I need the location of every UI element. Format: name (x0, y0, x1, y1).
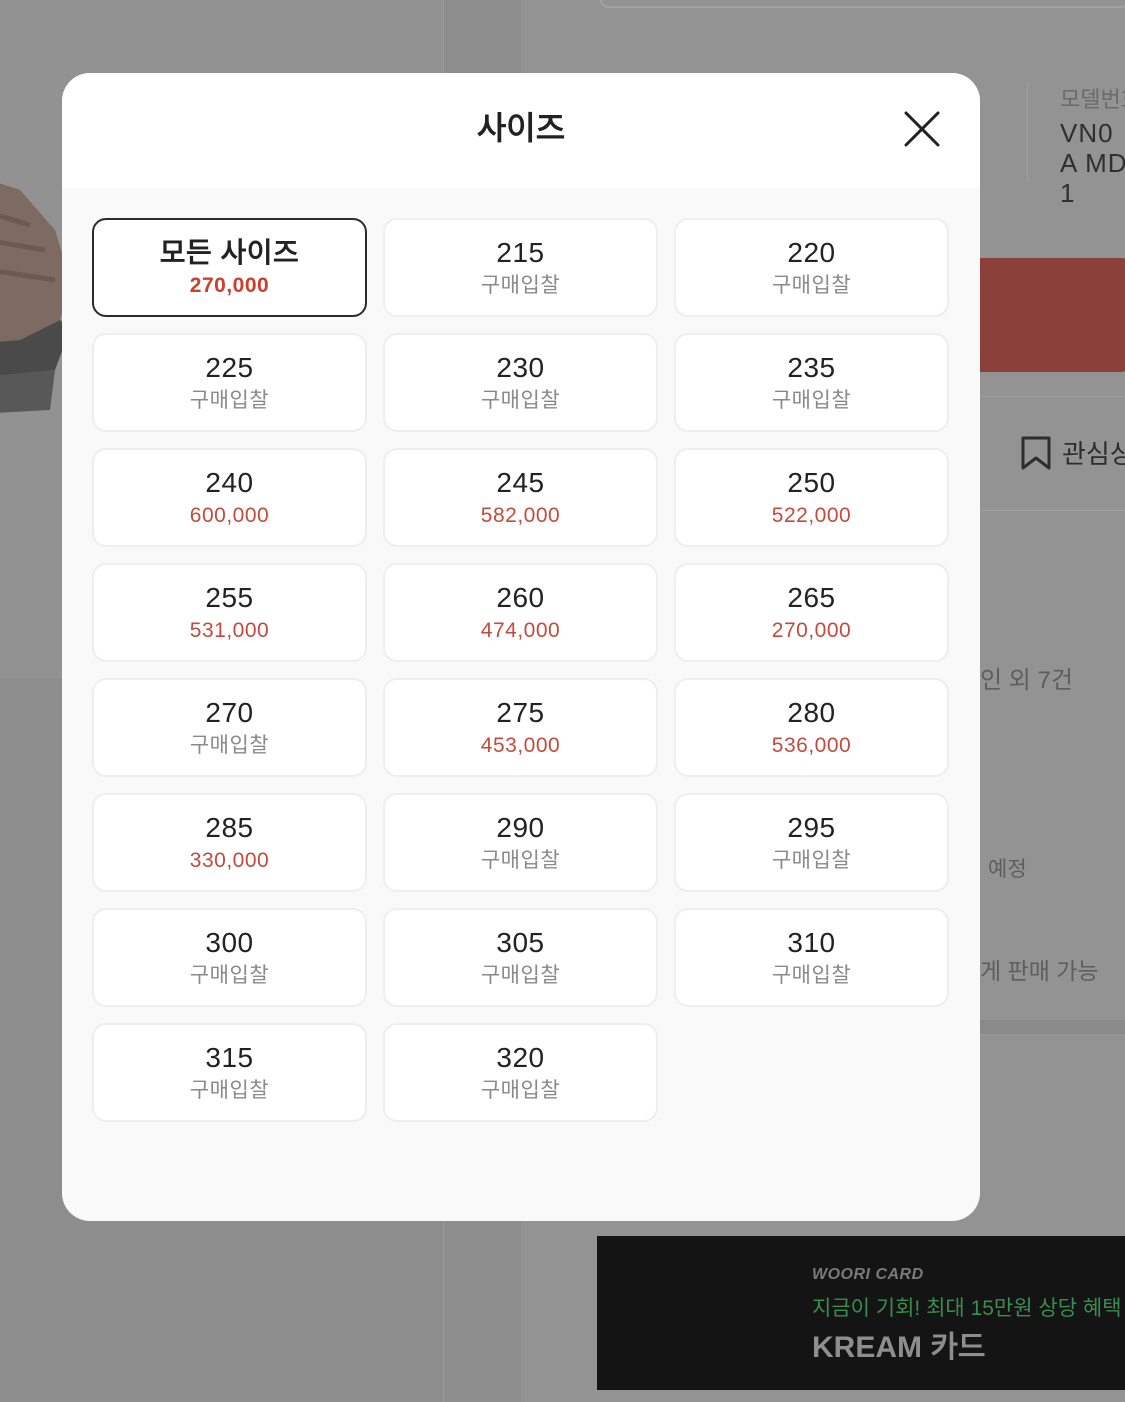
size-option[interactable]: 265 270,000 (674, 563, 949, 662)
size-price: 531,000 (189, 618, 270, 642)
size-option[interactable]: 260 474,000 (383, 563, 658, 662)
size-select-modal: 사이즈 모든 사이즈 270,000 215 구매입찰 220 구매입찰 225 구매입찰 23… (62, 73, 980, 1221)
size-label: 260 (496, 581, 545, 613)
bookmark-icon (1021, 436, 1051, 469)
card-promo-banner[interactable]: WOORI CARD 지금이 기회! 최대 15만원 상당 혜택 KREAM 카… (597, 1236, 1125, 1390)
size-option[interactable]: 230 구매입찰 (383, 333, 658, 432)
size-label: 250 (787, 466, 836, 498)
size-bid-label: 구매입찰 (189, 388, 270, 412)
size-bid-label: 구매입찰 (771, 388, 852, 412)
size-price: 600,000 (189, 503, 270, 527)
size-option[interactable]: 215 구매입찰 (383, 218, 658, 317)
size-option[interactable]: 275 453,000 (383, 678, 658, 777)
banner-brand: WOORI CARD (812, 1266, 924, 1283)
size-grid: 모든 사이즈 270,000 215 구매입찰 220 구매입찰 225 구매입찰 230 구매입… (92, 218, 949, 1122)
size-label: 315 (205, 1041, 254, 1073)
size-label: 230 (496, 351, 545, 383)
size-label: 290 (496, 811, 545, 843)
size-label: 270 (205, 696, 254, 728)
divider (980, 510, 1125, 511)
buy-button[interactable] (960, 258, 1125, 372)
size-bid-label: 구매입찰 (480, 273, 561, 297)
size-label: 240 (205, 466, 254, 498)
size-label: 215 (496, 236, 545, 268)
size-label: 285 (205, 811, 254, 843)
size-label: 295 (787, 811, 836, 843)
size-price: 270,000 (771, 618, 852, 642)
banner-promo-text: 지금이 기회! 최대 15만원 상당 혜택 (812, 1297, 1122, 1320)
close-icon[interactable] (900, 107, 944, 151)
scheduled-text: 예정 (988, 858, 1027, 881)
size-price: 330,000 (189, 848, 270, 872)
size-option[interactable]: 310 구매입찰 (674, 908, 949, 1007)
size-bid-label: 구매입찰 (480, 1078, 561, 1102)
size-label: 280 (787, 696, 836, 728)
size-bid-label: 구매입찰 (189, 733, 270, 757)
size-bid-label: 구매입찰 (480, 963, 561, 987)
banner-title: KREAM 카드 (812, 1331, 986, 1364)
size-bid-label: 구매입찰 (480, 388, 561, 412)
size-price: 536,000 (771, 733, 852, 757)
size-bid-label: 구매입찰 (189, 963, 270, 987)
background-search-box (600, 0, 1125, 8)
size-option[interactable]: 305 구매입찰 (383, 908, 658, 1007)
size-label: 245 (496, 466, 545, 498)
size-price: 582,000 (480, 503, 561, 527)
size-option-all[interactable]: 모든 사이즈 270,000 (92, 218, 367, 317)
size-option[interactable]: 320 구매입찰 (383, 1023, 658, 1122)
size-label: 225 (205, 351, 254, 383)
info-separator (1027, 82, 1028, 182)
size-option[interactable]: 315 구매입찰 (92, 1023, 367, 1122)
size-label: 265 (787, 581, 836, 613)
wishlist-label: 관심상 (1062, 439, 1125, 469)
section-divider (980, 1020, 1125, 1034)
wishlist-button[interactable]: 관심상 (1020, 434, 1125, 471)
size-price: 270,000 (189, 273, 270, 297)
model-number-label: 모델번호 (1060, 87, 1125, 112)
size-option[interactable]: 240 600,000 (92, 448, 367, 547)
other-items-text: 인 외 7건 (980, 667, 1073, 694)
size-label: 305 (496, 926, 545, 958)
size-label: 220 (787, 236, 836, 268)
size-option[interactable]: 270 구매입찰 (92, 678, 367, 777)
size-option[interactable]: 285 330,000 (92, 793, 367, 892)
model-number-value: VN0A MD1 (1060, 118, 1125, 208)
size-price: 453,000 (480, 733, 561, 757)
size-label: 255 (205, 581, 254, 613)
divider (980, 396, 1125, 397)
size-option[interactable]: 250 522,000 (674, 448, 949, 547)
size-bid-label: 구매입찰 (771, 848, 852, 872)
size-bid-label: 구매입찰 (771, 273, 852, 297)
size-option[interactable]: 290 구매입찰 (383, 793, 658, 892)
size-price: 522,000 (771, 503, 852, 527)
size-option[interactable]: 300 구매입찰 (92, 908, 367, 1007)
size-bid-label: 구매입찰 (480, 848, 561, 872)
size-label: 235 (787, 351, 836, 383)
size-option[interactable]: 280 536,000 (674, 678, 949, 777)
sale-available-text: 게 판매 가능 (980, 958, 1099, 984)
size-label: 275 (496, 696, 545, 728)
size-label: 320 (496, 1041, 545, 1073)
size-option[interactable]: 225 구매입찰 (92, 333, 367, 432)
modal-header: 사이즈 (62, 73, 980, 188)
size-bid-label: 구매입찰 (771, 963, 852, 987)
size-price: 474,000 (480, 618, 561, 642)
size-label: 300 (205, 926, 254, 958)
modal-title: 사이즈 (476, 110, 566, 146)
size-label: 모든 사이즈 (159, 236, 300, 268)
size-option[interactable]: 245 582,000 (383, 448, 658, 547)
size-option[interactable]: 255 531,000 (92, 563, 367, 662)
size-option[interactable]: 220 구매입찰 (674, 218, 949, 317)
size-label: 310 (787, 926, 836, 958)
size-option[interactable]: 295 구매입찰 (674, 793, 949, 892)
size-option[interactable]: 235 구매입찰 (674, 333, 949, 432)
size-bid-label: 구매입찰 (189, 1078, 270, 1102)
